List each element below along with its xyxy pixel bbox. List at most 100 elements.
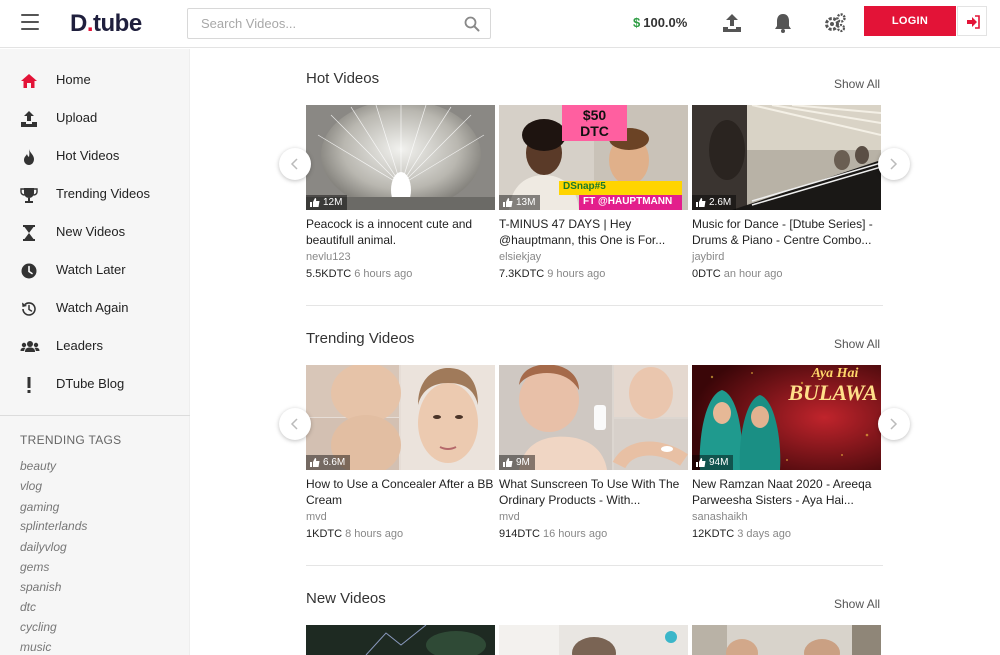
video-value: 7.3KDTC [499, 268, 545, 280]
view-count: 6.6M [306, 455, 351, 470]
sidebar-item-trending-videos[interactable]: Trending Videos [0, 175, 190, 213]
video-card[interactable]: 6.6M How to Use a Concealer After a BB C… [306, 365, 495, 540]
upload-icon[interactable] [721, 12, 743, 34]
video-card[interactable]: 12M Peacock is a innocent cute and beaut… [306, 105, 495, 280]
video-card[interactable]: 2.6M Music for Dance - [Dtube Series] - … [692, 105, 881, 280]
carousel-next-button[interactable] [878, 148, 910, 180]
video-author[interactable]: nevlu123 [306, 251, 495, 263]
clock-icon [20, 262, 38, 280]
hourglass-icon [20, 224, 38, 242]
dtube-logo[interactable]: D.tube [70, 10, 142, 38]
chevron-right-icon [890, 418, 898, 430]
video-age: an hour ago [723, 268, 783, 280]
sidebar-item-watch-again[interactable]: Watch Again [0, 289, 190, 327]
thumbs-up-icon [696, 458, 706, 467]
thumbs-up-icon [696, 198, 706, 207]
video-card[interactable]: Aya Hai BULAWA 94M New Ramzan Naat 2020 … [692, 365, 881, 540]
show-all-hot-videos[interactable]: Show All [834, 77, 880, 91]
video-author[interactable]: mvd [306, 511, 495, 523]
tag-link[interactable]: dtc [20, 600, 36, 614]
sidebar-item-watch-later[interactable]: Watch Later [0, 251, 190, 289]
search-input[interactable] [188, 9, 448, 38]
tag-link[interactable]: gems [20, 560, 49, 574]
video-author[interactable]: mvd [499, 511, 688, 523]
search-icon[interactable] [464, 16, 480, 37]
top-bar: D.tube $100.0% LOGIN [0, 0, 1000, 48]
settings-gears-icon[interactable] [823, 12, 846, 34]
video-thumbnail[interactable]: $50 DTC DSnap#5 FT @HAUPTMANN 13M [499, 105, 688, 210]
video-value: 914DTC [499, 528, 540, 540]
thumbs-up-icon [310, 198, 320, 207]
video-meta: 0DTC an hour ago [692, 268, 881, 280]
tag-link[interactable]: dailyvlog [20, 540, 67, 554]
home-icon [20, 72, 38, 90]
tag-link[interactable]: vlog [20, 479, 42, 493]
trending-tags-heading: TRENDING TAGS [20, 433, 122, 447]
video-meta: 5.5KDTC 6 hours ago [306, 268, 495, 280]
tag-link[interactable]: music [20, 640, 51, 654]
carousel-prev-button[interactable] [279, 148, 311, 180]
wallet-balance[interactable]: $100.0% [633, 15, 687, 30]
video-card[interactable]: $50 DTC DSnap#5 FT @HAUPTMANN 13M T-MINUS… [499, 105, 688, 280]
carousel-next-button[interactable] [878, 408, 910, 440]
menu-icon[interactable] [21, 14, 39, 30]
sidebar-item-dtube-blog[interactable]: DTube Blog [0, 365, 190, 403]
sidebar-item-leaders[interactable]: Leaders [0, 327, 190, 365]
video-author[interactable]: elsiekjay [499, 251, 688, 263]
sidebar-item-label: Watch Again [56, 300, 129, 315]
video-value: 1KDTC [306, 528, 343, 540]
video-thumbnail[interactable] [499, 625, 688, 655]
video-title[interactable]: Music for Dance - [Dtube Series] - Drums… [692, 216, 881, 248]
thumbs-up-icon [503, 458, 513, 467]
users-icon [20, 338, 40, 356]
thumbs-up-icon [310, 458, 320, 467]
upload-icon [20, 110, 38, 128]
video-thumbnail[interactable]: Aya Hai BULAWA 94M [692, 365, 881, 470]
video-meta: 12KDTC 3 days ago [692, 528, 881, 540]
sign-in-icon[interactable] [957, 6, 987, 36]
tag-link[interactable]: spanish [20, 580, 61, 594]
tag-link[interactable]: cycling [20, 620, 57, 634]
tag-link[interactable]: gaming [20, 500, 59, 514]
history-icon [20, 300, 38, 318]
sidebar-item-new-videos[interactable]: New Videos [0, 213, 190, 251]
video-thumbnail[interactable] [692, 625, 881, 655]
video-age: 6 hours ago [354, 268, 413, 280]
tag-link[interactable]: beauty [20, 459, 56, 473]
sidebar-item-label: Hot Videos [56, 148, 120, 163]
view-count: 2.6M [692, 195, 737, 210]
tag-link[interactable]: splinterlands [20, 519, 87, 533]
thumbnail-caption: FT @HAUPTMANN [583, 196, 673, 207]
video-title[interactable]: New Ramzan Naat 2020 - Areeqa Parweesha … [692, 476, 881, 508]
chevron-left-icon [290, 418, 298, 430]
video-author[interactable]: jaybird [692, 251, 881, 263]
video-thumbnail[interactable]: 2.6M [692, 105, 881, 210]
video-title[interactable]: How to Use a Concealer After a BB Cream [306, 476, 495, 508]
thumbnail-caption: DSnap#5 [563, 181, 606, 192]
video-thumbnail[interactable] [306, 625, 495, 655]
chevron-left-icon [290, 158, 298, 170]
video-card[interactable]: 9M What Sunscreen To Use With The Ordina… [499, 365, 688, 540]
view-count: 94M [692, 455, 734, 470]
notification-bell-icon[interactable] [772, 12, 794, 34]
show-all-trending-videos[interactable]: Show All [834, 337, 880, 351]
carousel-prev-button[interactable] [279, 408, 311, 440]
video-value: 12KDTC [692, 528, 735, 540]
video-title[interactable]: T-MINUS 47 DAYS | Hey @hauptmann, this O… [499, 216, 688, 248]
video-thumbnail[interactable]: 9M [499, 365, 688, 470]
trophy-icon [20, 186, 38, 204]
show-all-new-videos[interactable]: Show All [834, 597, 880, 611]
video-thumbnail[interactable]: 12M [306, 105, 495, 210]
sidebar: Home Upload Hot Videos Trending Videos N… [0, 49, 190, 655]
video-title[interactable]: What Sunscreen To Use With The Ordinary … [499, 476, 688, 508]
thumbs-up-icon [503, 198, 513, 207]
sidebar-item-upload[interactable]: Upload [0, 99, 190, 137]
video-author[interactable]: sanashaikh [692, 511, 881, 523]
login-button[interactable]: LOGIN [864, 6, 956, 36]
sidebar-item-home[interactable]: Home [0, 61, 190, 99]
sidebar-item-hot-videos[interactable]: Hot Videos [0, 137, 190, 175]
video-thumbnail[interactable]: 6.6M [306, 365, 495, 470]
sidebar-item-label: New Videos [56, 224, 126, 239]
flame-icon [20, 148, 38, 166]
video-title[interactable]: Peacock is a innocent cute and beautiful… [306, 216, 495, 248]
